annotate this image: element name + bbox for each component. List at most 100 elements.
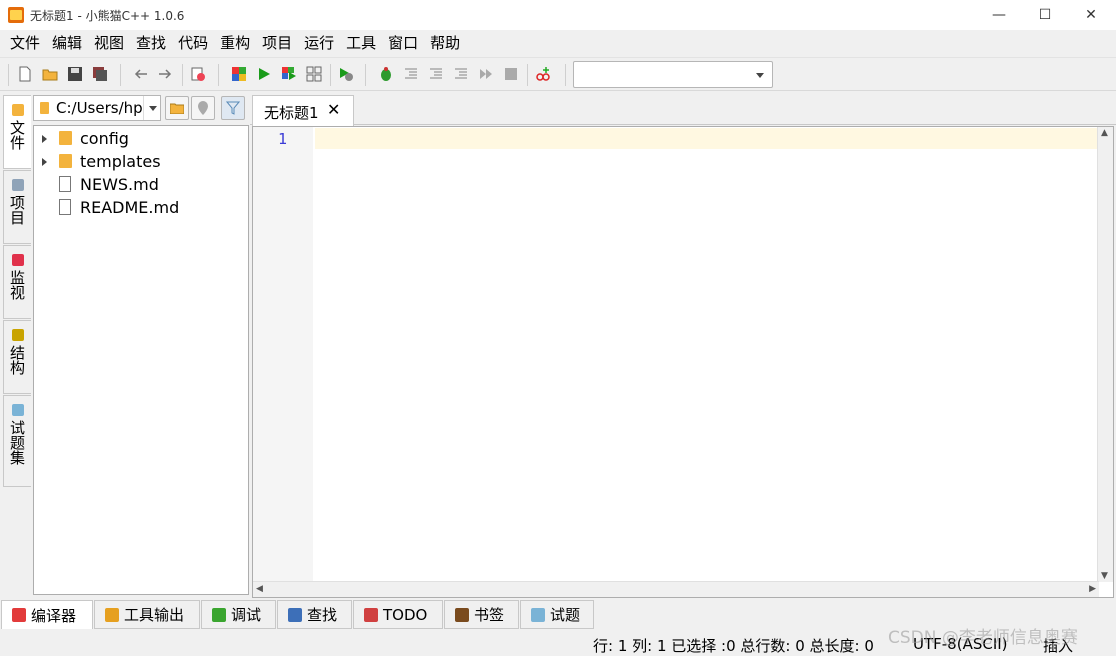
path-combobox[interactable]: C:/Users/hp xyxy=(33,95,161,121)
folder-icon xyxy=(11,104,24,116)
toolbar-separator xyxy=(527,64,528,86)
save-icon[interactable] xyxy=(67,66,83,82)
tab-problem-set[interactable]: 试题集 xyxy=(3,395,31,487)
open-file-icon[interactable] xyxy=(42,66,58,82)
toolbar-separator xyxy=(330,64,331,86)
window-title: 无标题1 - 小熊猫C++ 1.0.6 xyxy=(30,9,185,23)
rebuild-icon[interactable] xyxy=(306,66,322,82)
menu-edit[interactable]: 编辑 xyxy=(46,32,88,54)
tab-compiler[interactable]: 编译器 xyxy=(1,600,93,629)
folder-icon xyxy=(40,102,49,114)
scroll-up-icon[interactable]: ▲ xyxy=(1101,128,1108,138)
step-over-icon[interactable] xyxy=(403,66,419,82)
tab-problem[interactable]: 试题 xyxy=(520,600,594,629)
folder-icon xyxy=(59,154,72,168)
menu-project[interactable]: 项目 xyxy=(256,32,298,54)
format-icon[interactable] xyxy=(190,66,206,82)
menu-refactor[interactable]: 重构 xyxy=(214,32,256,54)
tab-compiler-label: 编译器 xyxy=(31,606,77,625)
tab-watch[interactable]: 监视 xyxy=(3,245,31,319)
toolbar-separator xyxy=(365,64,366,86)
tab-todo[interactable]: TODO xyxy=(353,600,443,629)
tree-item[interactable]: README.md xyxy=(34,196,248,219)
location-pin-icon xyxy=(198,101,208,115)
expand-arrow-icon[interactable] xyxy=(42,135,47,143)
tab-debug[interactable]: 调试 xyxy=(201,600,276,629)
filter-button[interactable] xyxy=(221,96,245,120)
tree-item-label: templates xyxy=(80,152,161,171)
close-window-button[interactable]: ✕ xyxy=(1068,0,1114,30)
browse-folder-button[interactable] xyxy=(165,96,189,120)
tab-structure[interactable]: 结构 xyxy=(3,320,31,394)
scroll-down-icon[interactable]: ▼ xyxy=(1101,571,1108,581)
tree-item[interactable]: templates xyxy=(34,150,248,173)
editor-tab[interactable]: 无标题1 ✕ xyxy=(252,95,354,126)
menu-help[interactable]: 帮助 xyxy=(424,32,466,54)
chevron-down-icon xyxy=(756,73,764,78)
toolbar-separator xyxy=(182,64,183,86)
current-line-highlight[interactable] xyxy=(315,128,1097,149)
tab-bookmarks-label: 书签 xyxy=(474,606,505,624)
tab-project[interactable]: 项目 xyxy=(3,170,31,244)
compiler-set-select[interactable] xyxy=(573,61,773,88)
tree-item-label: README.md xyxy=(80,198,180,217)
tab-problem-label: 试题 xyxy=(550,606,581,624)
redo-icon[interactable] xyxy=(157,66,173,82)
tree-item[interactable]: config xyxy=(34,127,248,150)
editor-tab-label: 无标题1 xyxy=(264,104,319,122)
add-watch-icon[interactable] xyxy=(535,66,551,82)
menu-tools[interactable]: 工具 xyxy=(340,32,382,54)
tab-search-label: 查找 xyxy=(307,606,338,624)
tab-project-label: 项目 xyxy=(8,195,26,225)
tree-item[interactable]: NEWS.md xyxy=(34,173,248,196)
title-bar: 无标题1 - 小熊猫C++ 1.0.6 — ☐ ✕ xyxy=(0,0,1116,30)
options-icon[interactable] xyxy=(338,66,354,82)
stop-icon[interactable] xyxy=(503,66,519,82)
file-panel: C:/Users/hp config templates NEWS.md REA… xyxy=(32,93,250,601)
horizontal-scrollbar[interactable]: ◀ ▶ xyxy=(253,581,1099,597)
line-number-gutter: 1 xyxy=(253,127,313,582)
toolbar-grip xyxy=(8,64,9,86)
minimize-button[interactable]: — xyxy=(976,0,1022,30)
menu-run[interactable]: 运行 xyxy=(298,32,340,54)
compiler-icon xyxy=(12,608,26,622)
file-tree[interactable]: config templates NEWS.md README.md xyxy=(33,125,249,595)
chevron-down-icon[interactable] xyxy=(143,96,161,120)
tab-tool-output[interactable]: 工具输出 xyxy=(94,600,200,629)
new-file-icon[interactable] xyxy=(17,66,33,82)
menu-code[interactable]: 代码 xyxy=(172,32,214,54)
save-all-icon[interactable] xyxy=(92,66,108,82)
run-icon[interactable] xyxy=(256,66,272,82)
flask-icon xyxy=(531,607,545,622)
todo-icon xyxy=(364,607,378,622)
compile-run-icon[interactable] xyxy=(281,66,297,82)
locate-file-button[interactable] xyxy=(191,96,215,120)
close-tab-icon[interactable]: ✕ xyxy=(327,100,340,119)
menu-search[interactable]: 查找 xyxy=(130,32,172,54)
scroll-right-icon[interactable]: ▶ xyxy=(1089,584,1096,594)
tree-item-label: NEWS.md xyxy=(80,175,159,194)
undo-icon[interactable] xyxy=(133,66,149,82)
expand-arrow-icon[interactable] xyxy=(42,158,47,166)
menu-file[interactable]: 文件 xyxy=(4,32,46,54)
menu-window[interactable]: 窗口 xyxy=(382,32,424,54)
line-number: 1 xyxy=(277,130,287,148)
cursor-position-status: 行: 1 列: 1 已选择 :0 总行数: 0 总长度: 0 xyxy=(593,637,874,655)
continue-icon[interactable] xyxy=(478,66,494,82)
tab-files[interactable]: 文件 xyxy=(3,95,31,169)
menu-bar: 文件 编辑 视图 查找 代码 重构 项目 运行 工具 窗口 帮助 xyxy=(0,30,1116,56)
menu-view[interactable]: 视图 xyxy=(88,32,130,54)
step-out-icon[interactable] xyxy=(453,66,469,82)
step-into-icon[interactable] xyxy=(428,66,444,82)
compile-icon[interactable] xyxy=(231,66,247,82)
tab-debug-label: 调试 xyxy=(231,606,262,624)
tab-bookmarks[interactable]: 书签 xyxy=(444,600,519,629)
vertical-scrollbar[interactable]: ▲ ▼ xyxy=(1097,127,1113,582)
code-editor[interactable]: 1 ▲ ▼ ◀ ▶ xyxy=(252,126,1114,598)
file-icon xyxy=(59,176,71,192)
watermark: CSDN @李老师信息奥赛 xyxy=(888,628,1078,648)
tab-search[interactable]: 查找 xyxy=(277,600,352,629)
debug-icon[interactable] xyxy=(378,66,394,82)
maximize-button[interactable]: ☐ xyxy=(1022,0,1068,30)
scroll-left-icon[interactable]: ◀ xyxy=(256,584,263,594)
